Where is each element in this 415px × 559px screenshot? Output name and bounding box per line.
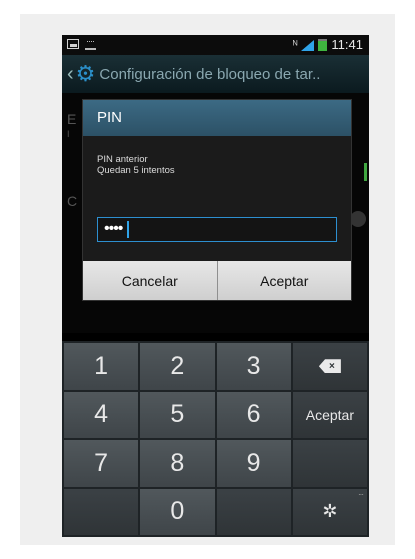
status-icons: ᴺ 11:41	[293, 37, 363, 52]
keyboard-notification-icon	[85, 40, 96, 50]
dialog-button-bar: Cancelar Aceptar	[83, 261, 351, 300]
dialog-message: PIN anterior Quedan 5 intentos	[83, 136, 351, 176]
previous-pin-label: PIN anterior	[97, 154, 148, 165]
action-bar: ‹ ⚙ Configuración de bloqueo de tar..	[62, 55, 369, 93]
status-bar: ᴺ 11:41	[62, 35, 369, 55]
gear-icon[interactable]: ⚙	[76, 61, 96, 87]
radio-icon	[350, 211, 366, 227]
key-3[interactable]: 3	[216, 343, 291, 390]
more-dots: ···	[358, 489, 364, 499]
key-4[interactable]: 4	[64, 391, 139, 438]
text-caret	[127, 221, 129, 238]
notification-icons	[67, 39, 96, 50]
image-notification-icon	[67, 39, 79, 49]
pin-input[interactable]: ••••	[97, 217, 337, 242]
pin-dialog: PIN PIN anterior Quedan 5 intentos •••• …	[82, 99, 352, 301]
signal-icon	[300, 39, 315, 51]
phone-screen: ᴺ 11:41 ‹ ⚙ Configuración de bloqueo de …	[62, 35, 369, 537]
key-6[interactable]: 6	[216, 391, 291, 438]
numeric-keypad: 1 2 3 × 4 5 6 Aceptar 7 8 9 0 ··· ✲	[62, 341, 369, 537]
keypad-accept-key[interactable]: Aceptar	[292, 391, 367, 438]
back-icon[interactable]: ‹	[67, 63, 74, 86]
battery-icon	[318, 38, 328, 51]
key-5[interactable]: 5	[140, 391, 215, 438]
list-item-hint: C	[67, 193, 78, 209]
key-8[interactable]: 8	[140, 440, 215, 487]
list-item-hint: I	[67, 129, 70, 139]
blank-key	[216, 488, 291, 535]
settings-icon: ✲	[322, 501, 338, 522]
backspace-icon: ×	[318, 359, 341, 374]
checkbox-icon	[350, 163, 367, 181]
backspace-key[interactable]: ×	[292, 343, 367, 390]
key-0[interactable]: 0	[140, 488, 215, 535]
key-1[interactable]: 1	[64, 343, 139, 390]
clock: 11:41	[331, 37, 363, 52]
key-2[interactable]: 2	[140, 343, 215, 390]
mute-icon: ᴺ	[292, 38, 298, 51]
keypad-settings-key[interactable]: ··· ✲	[292, 488, 367, 535]
page-title: Configuración de bloqueo de tar..	[99, 65, 321, 83]
dialog-title: PIN	[83, 100, 351, 136]
list-item-hint: E	[67, 111, 77, 127]
attempts-remaining-label: Quedan 5 intentos	[97, 165, 175, 176]
key-9[interactable]: 9	[216, 440, 291, 487]
cancel-button[interactable]: Cancelar	[83, 261, 217, 300]
accept-button[interactable]: Aceptar	[216, 261, 351, 300]
blank-key	[292, 440, 367, 487]
blank-key	[64, 488, 139, 535]
key-7[interactable]: 7	[64, 440, 139, 487]
pin-input-value: ••••	[104, 220, 123, 237]
